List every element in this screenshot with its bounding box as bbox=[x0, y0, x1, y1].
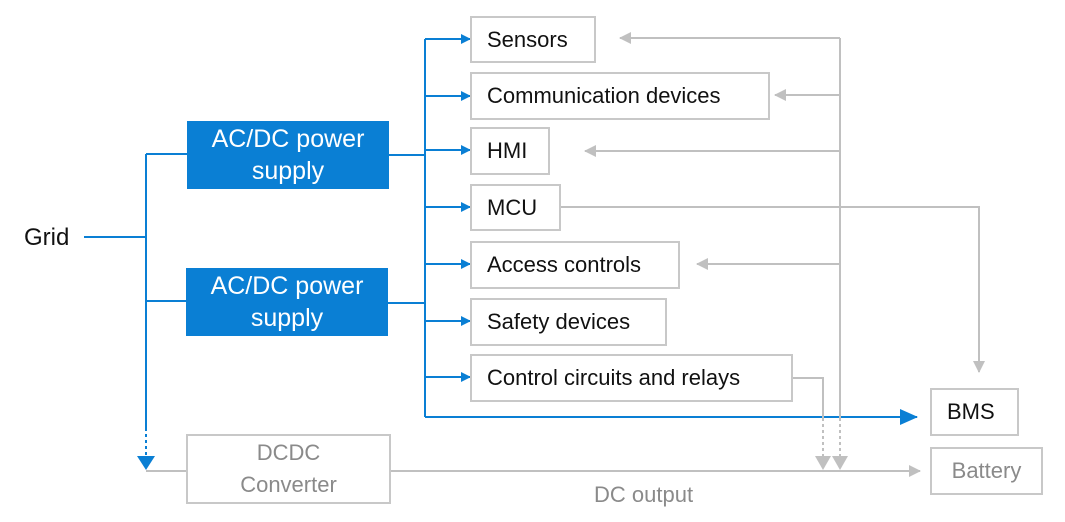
acdc-power-supply-1[interactable]: AC/DC power supply bbox=[187, 121, 389, 189]
load-label: Access controls bbox=[487, 252, 642, 278]
load-label: Sensors bbox=[487, 26, 568, 52]
load-label: MCU bbox=[487, 194, 538, 220]
psu-2-line1: AC/DC power bbox=[210, 272, 364, 300]
bms-box[interactable]: BMS bbox=[930, 388, 1019, 436]
load-label: Communication devices bbox=[487, 83, 721, 109]
psu-1-line1: AC/DC power bbox=[211, 125, 365, 153]
battery-box[interactable]: Battery bbox=[930, 447, 1043, 495]
dcdc-input-arrow bbox=[137, 456, 155, 470]
load-hmi[interactable]: HMI bbox=[470, 127, 550, 175]
load-communication-devices[interactable]: Communication devices bbox=[470, 72, 770, 120]
load-access-controls[interactable]: Access controls bbox=[470, 241, 680, 289]
mcu-bms-line bbox=[560, 206, 985, 373]
dcdc-converter-box[interactable]: DCDC Converter bbox=[186, 434, 391, 504]
load-sensors[interactable]: Sensors bbox=[470, 16, 596, 63]
control-line bbox=[793, 377, 824, 418]
load-label: Control circuits and relays bbox=[487, 365, 741, 391]
dcdc-line2: Converter bbox=[240, 472, 337, 497]
dcdc-line1: DCDC bbox=[256, 440, 321, 465]
load-control-circuits-relays[interactable]: Control circuits and relays bbox=[470, 354, 793, 402]
grid-label: Grid bbox=[24, 224, 70, 251]
load-label: HMI bbox=[487, 138, 528, 164]
psu-2-line2: supply bbox=[250, 304, 324, 332]
bms-label: BMS bbox=[947, 399, 995, 425]
dc-output-label: DC output bbox=[594, 482, 694, 507]
acdc-power-supply-2[interactable]: AC/DC power supply bbox=[186, 268, 388, 336]
load-mcu[interactable]: MCU bbox=[470, 184, 561, 231]
psu-1-line2: supply bbox=[251, 157, 325, 185]
load-label: Safety devices bbox=[487, 309, 631, 335]
battery-label: Battery bbox=[951, 458, 1022, 483]
load-safety-devices[interactable]: Safety devices bbox=[470, 298, 667, 346]
